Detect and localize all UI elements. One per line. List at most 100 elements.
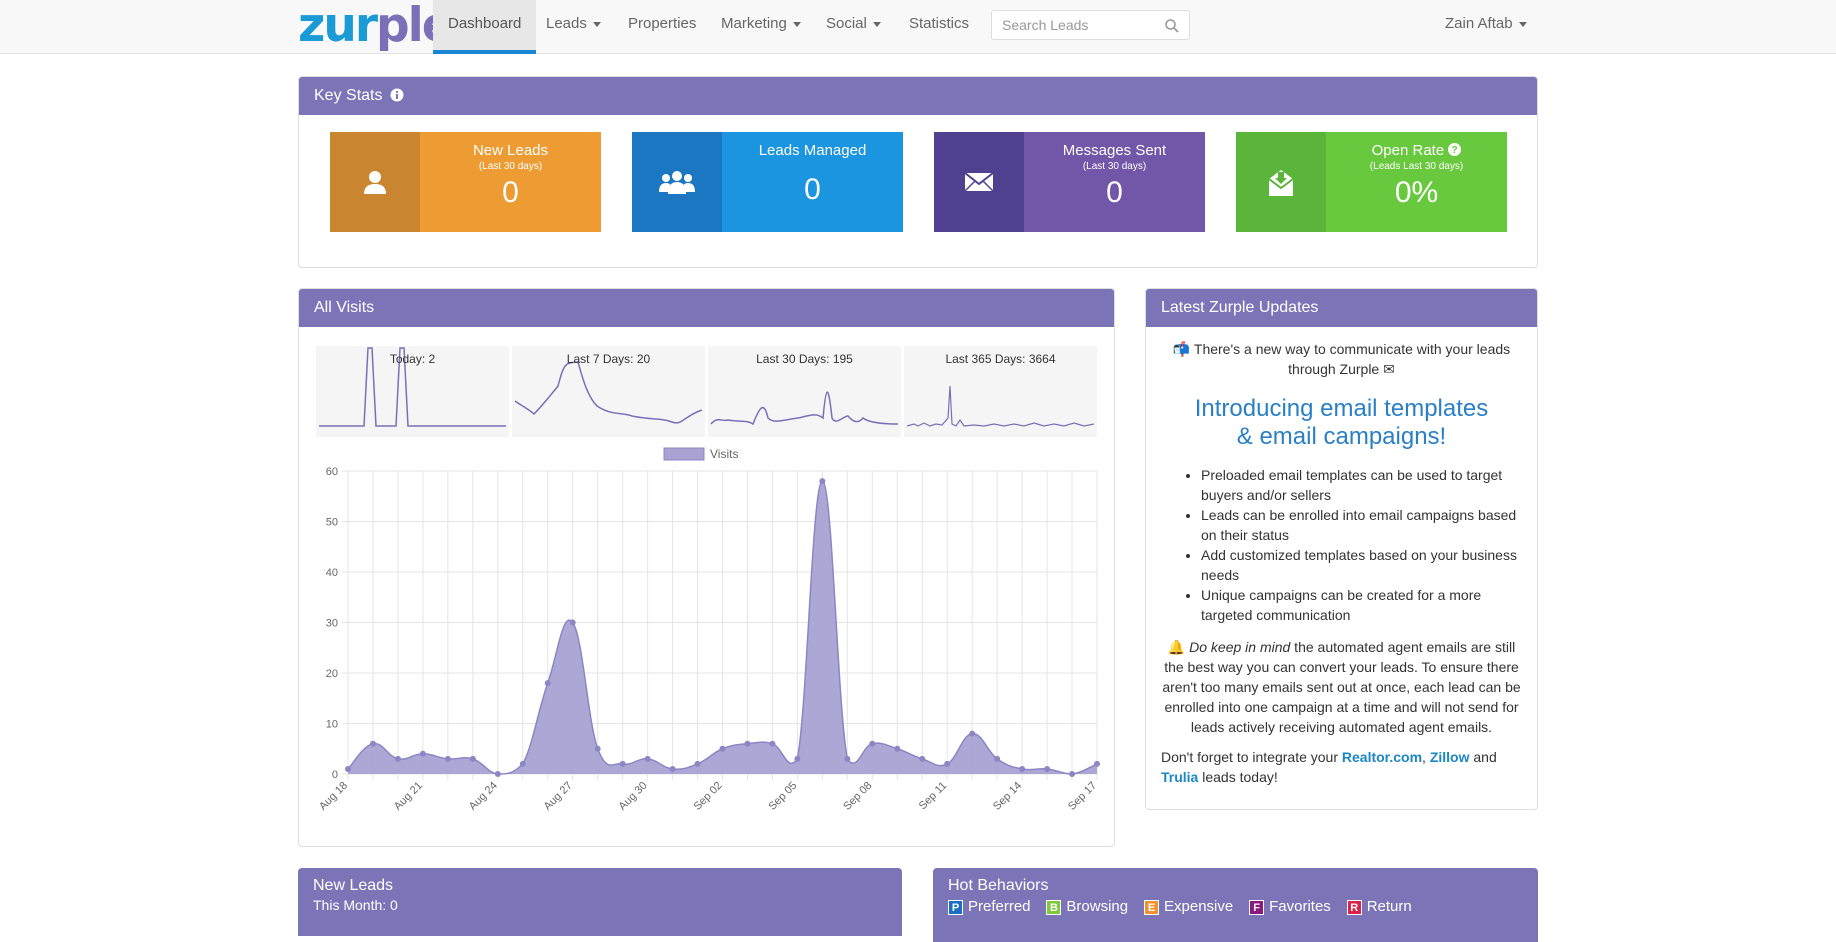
- x-tick-label: Sep 14: [991, 780, 1024, 813]
- data-point: [494, 771, 501, 777]
- info-icon[interactable]: [390, 88, 404, 102]
- key-stats-heading: Key Stats: [299, 77, 1537, 115]
- tile-body: New Leads (Last 30 days) 0: [420, 132, 601, 232]
- updates-intro: 📬 There's a new way to communicate with …: [1172, 341, 1511, 377]
- hot-behaviors-panel-heading: Hot Behaviors P Preferred B Browsing E Expe…: [933, 868, 1538, 942]
- x-tick-label: Aug 18: [317, 780, 350, 813]
- nav-properties[interactable]: Properties: [613, 0, 711, 54]
- updates-integrate: Don't forget to integrate your Realtor.c…: [1161, 749, 1497, 785]
- behavior-favorites[interactable]: F Favorites: [1249, 898, 1331, 915]
- help-icon[interactable]: ?: [1448, 143, 1462, 156]
- data-point: [1094, 760, 1100, 767]
- legend-label: Visits: [710, 447, 738, 461]
- y-tick-label: 0: [332, 769, 338, 781]
- all-visits-heading: All Visits: [299, 289, 1114, 327]
- x-tick-label: Sep 17: [1066, 780, 1099, 813]
- updates-note: 🔔 Do keep in mind the automated agent em…: [1162, 639, 1521, 735]
- tile-icon-box: [934, 132, 1024, 232]
- data-point: [944, 760, 951, 767]
- data-point: [394, 755, 401, 762]
- envelope-open-icon: [1268, 170, 1294, 196]
- data-point: [594, 745, 601, 752]
- search-leads-input[interactable]: [992, 11, 1157, 39]
- nav-statistics[interactable]: Statistics: [894, 0, 984, 54]
- data-point: [444, 755, 451, 762]
- data-point: [819, 478, 826, 485]
- latest-updates-heading: Latest Zurple Updates: [1146, 289, 1537, 327]
- key-stats-panel: Key Stats New Leads (Last 30 days) 0 Lea…: [298, 76, 1538, 268]
- top-navbar: zurple Dashboard Leads Properties Market…: [0, 0, 1836, 54]
- data-point: [769, 740, 776, 747]
- updates-list-item: Preloaded email templates can be used to…: [1201, 465, 1522, 505]
- users-icon: [659, 171, 695, 194]
- updates-list-item: Add customized templates based on your b…: [1201, 545, 1522, 585]
- data-point: [669, 765, 676, 772]
- x-tick-label: Sep 08: [841, 780, 874, 813]
- x-tick-label: Sep 11: [917, 780, 950, 813]
- data-point: [719, 745, 726, 752]
- bell-icon: 🔔: [1167, 639, 1186, 655]
- stat-tile-new-leads: New Leads (Last 30 days) 0: [330, 132, 601, 232]
- x-tick-label: Aug 30: [617, 780, 650, 813]
- nav-social[interactable]: Social: [811, 0, 896, 54]
- sparkline-30-days: Last 30 Days: 195: [708, 346, 901, 437]
- leads-managed-value: 0: [804, 173, 821, 206]
- behavior-expensive[interactable]: E Expensive: [1144, 898, 1233, 915]
- tile-icon-box: [1236, 132, 1326, 232]
- data-point: [569, 619, 576, 626]
- search-icon[interactable]: [1164, 18, 1180, 34]
- stat-tile-messages-sent: Messages Sent (Last 30 days) 0: [934, 132, 1205, 232]
- updates-headline: Introducing email templates & email camp…: [1194, 395, 1489, 450]
- user-icon: [364, 171, 386, 194]
- data-point: [469, 755, 476, 762]
- nav-marketing[interactable]: Marketing: [706, 0, 816, 54]
- data-point: [1069, 771, 1076, 777]
- caret-down-icon: [1518, 21, 1527, 27]
- caret-down-icon: [872, 21, 881, 27]
- data-point: [919, 755, 926, 762]
- data-point: [1019, 765, 1026, 772]
- data-point: [419, 750, 426, 757]
- behavior-preferred[interactable]: P Preferred: [948, 898, 1031, 915]
- latest-updates-body: 📬 There's a new way to communicate with …: [1146, 327, 1537, 787]
- data-point: [744, 740, 751, 747]
- x-tick-label: Sep 05: [766, 780, 799, 813]
- stat-tile-open-rate: Open Rate ? (Leads Last 30 days) 0%: [1236, 132, 1507, 232]
- updates-list-item: Unique campaigns can be created for a mo…: [1201, 585, 1522, 625]
- sparkline-365-days: Last 365 Days: 3664: [904, 346, 1097, 437]
- y-tick-label: 10: [326, 719, 338, 731]
- y-tick-label: 40: [326, 567, 338, 579]
- data-point: [969, 730, 976, 737]
- data-point: [544, 680, 551, 687]
- hot-behaviors-legend: P Preferred B Browsing E Expensive F Favorit…: [948, 898, 1523, 915]
- y-tick-label: 30: [326, 618, 338, 630]
- nav-leads[interactable]: Leads: [531, 0, 616, 54]
- messages-sent-value: 0: [1106, 176, 1123, 209]
- stat-tile-leads-managed: Leads Managed 0: [632, 132, 903, 232]
- chart-legend[interactable]: Visits: [663, 447, 738, 461]
- user-menu[interactable]: Zain Aftab: [1430, 0, 1542, 54]
- zillow-link[interactable]: Zillow: [1430, 749, 1470, 765]
- tile-body: Messages Sent (Last 30 days) 0: [1024, 132, 1205, 232]
- open-rate-value: 0%: [1394, 176, 1439, 209]
- chart-x-axis: Aug 18 Aug 21 Aug 24 Aug 27 Aug 30 Sep 02 Sep …: [317, 780, 1099, 813]
- trulia-link[interactable]: Trulia: [1161, 769, 1198, 785]
- data-point: [894, 745, 901, 752]
- tile-icon-box: [632, 132, 722, 232]
- y-tick-label: 50: [326, 517, 338, 529]
- data-point: [1044, 765, 1051, 772]
- x-tick-label: Aug 27: [542, 780, 575, 813]
- behavior-return[interactable]: R Return: [1346, 898, 1412, 915]
- visits-area-chart: 0102030405060 Aug 18 Aug 21 Aug 24 Aug 27 Au…: [317, 447, 1100, 813]
- updates-list-item: Leads can be enrolled into email campaig…: [1201, 505, 1522, 545]
- nav-dashboard[interactable]: Dashboard: [433, 0, 537, 54]
- svg-text:?: ?: [1452, 145, 1458, 156]
- y-tick-label: 60: [326, 466, 338, 478]
- x-tick-label: Sep 02: [691, 780, 724, 813]
- data-point: [369, 740, 376, 747]
- realtor-link[interactable]: Realtor.com: [1342, 749, 1422, 765]
- new-leads-value: 0: [502, 176, 519, 209]
- envelope-icon: [965, 172, 993, 192]
- zurple-logo[interactable]: zurple: [298, 2, 454, 50]
- behavior-browsing[interactable]: B Browsing: [1046, 898, 1128, 915]
